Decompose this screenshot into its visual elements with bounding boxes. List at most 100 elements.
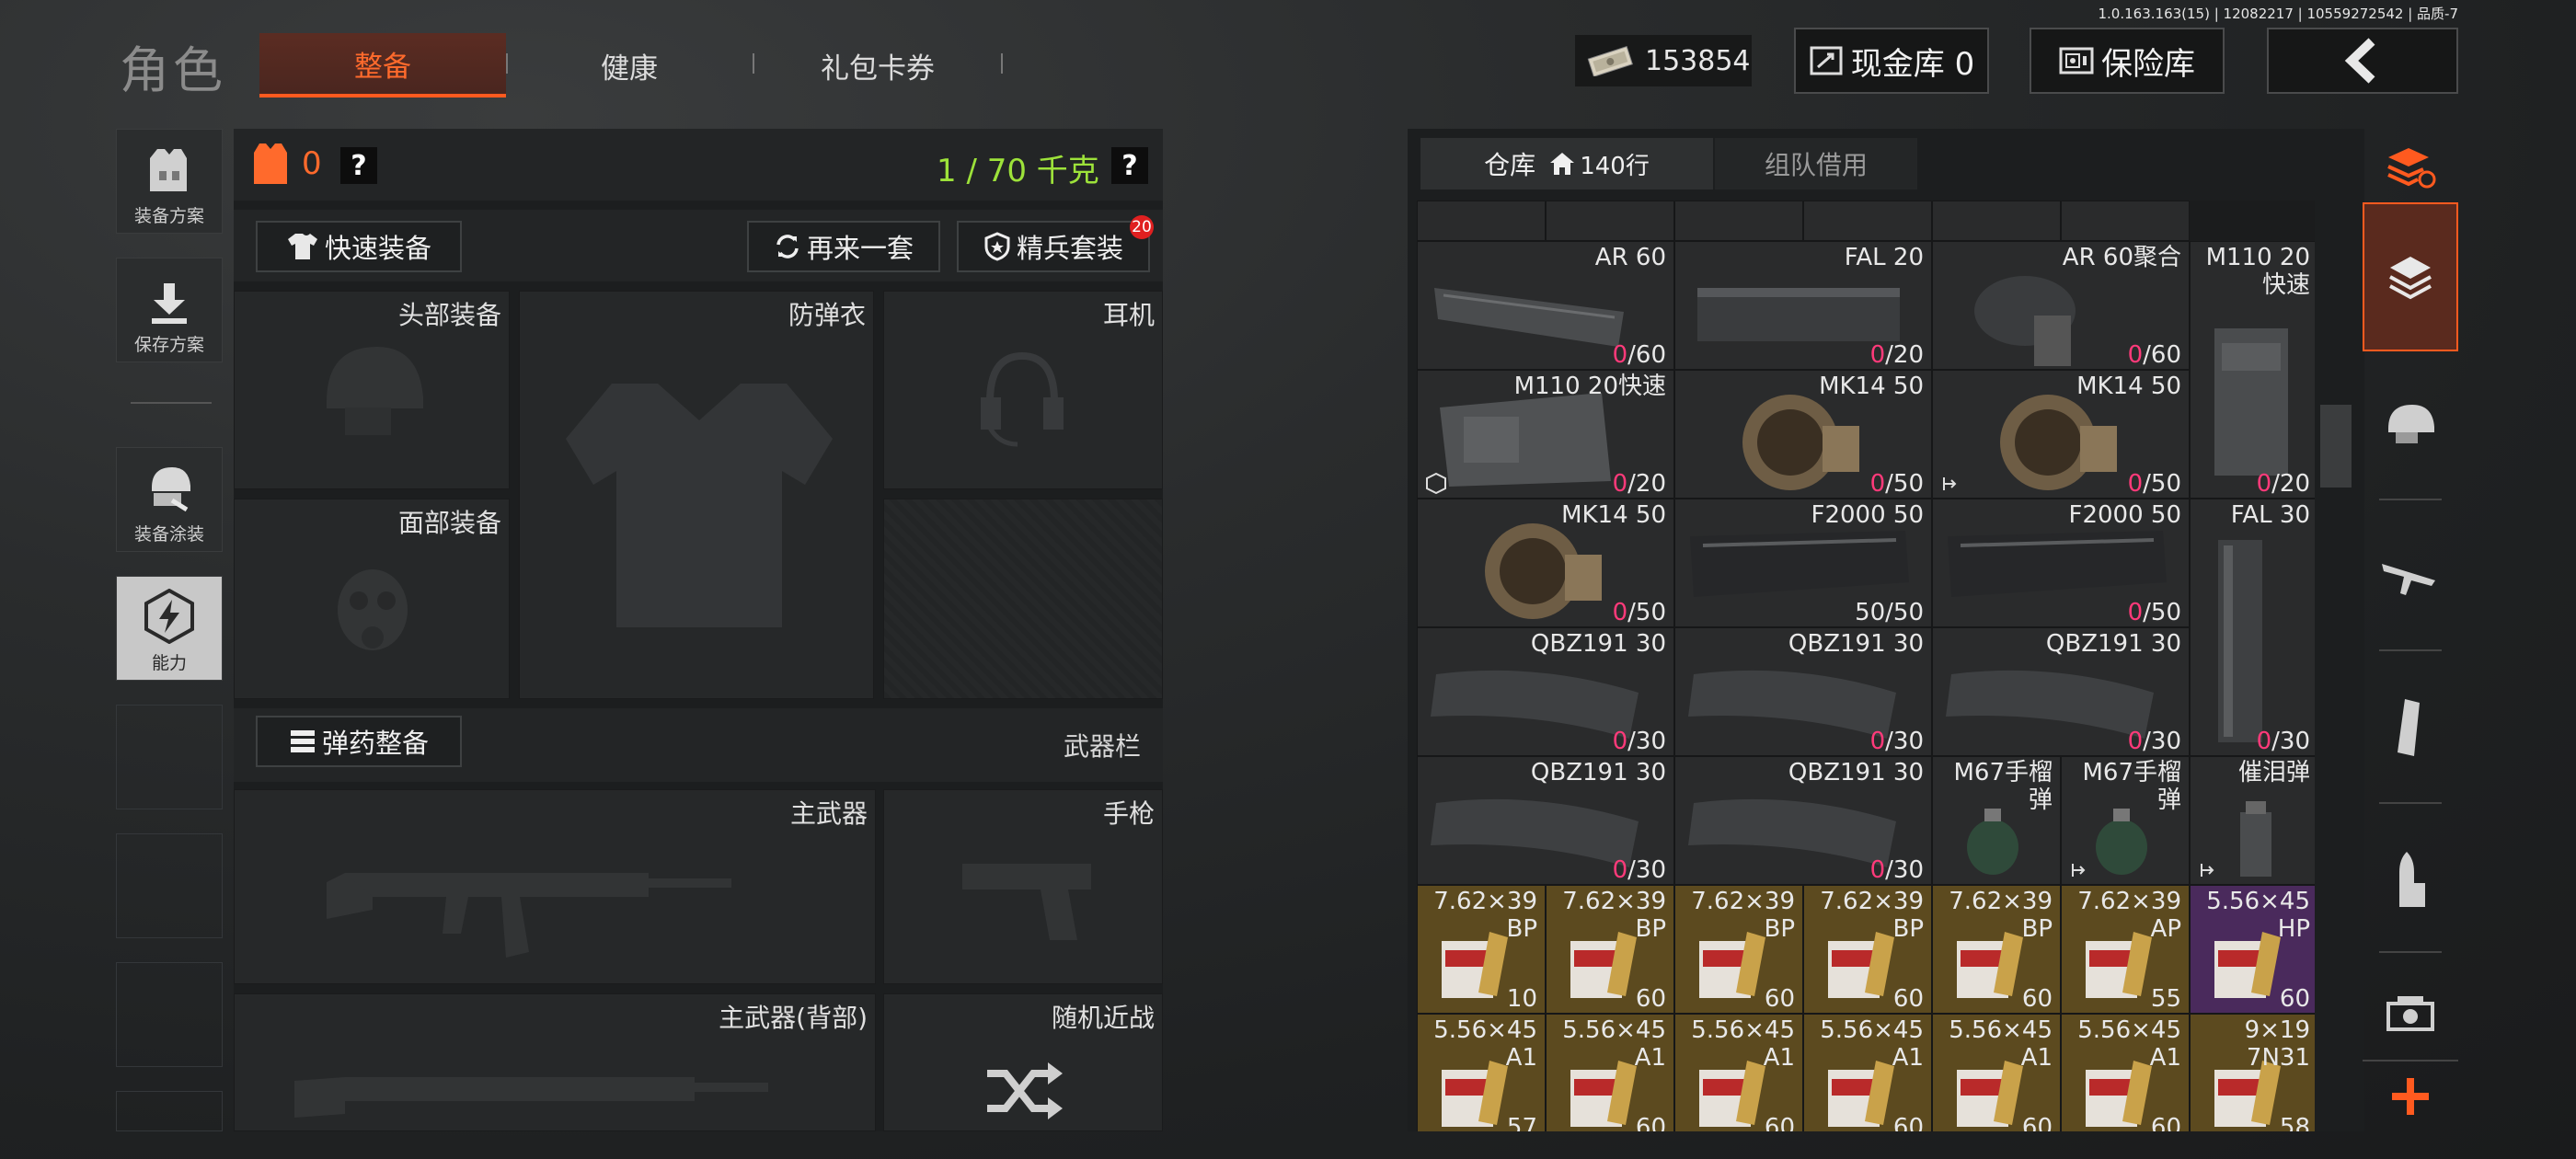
item-cell[interactable]: M67手榴 弹 xyxy=(2061,756,2190,885)
category-all[interactable] xyxy=(2363,202,2458,351)
item-cell[interactable]: QBZ191 30 0/30 xyxy=(1674,627,1932,756)
ammo-cell[interactable]: 5.56×45 A1 60 xyxy=(1674,1014,1803,1131)
item-cell[interactable]: AR 60 0/60 xyxy=(1417,241,1674,370)
armor-count: 0 xyxy=(302,145,322,182)
item-cell[interactable]: MK14 50 0/50 xyxy=(1674,370,1932,499)
item-cell[interactable]: MK14 50 0/50 xyxy=(1932,370,2190,499)
ammo-cell[interactable]: 7.62×39 BP 60 xyxy=(1803,885,1932,1014)
ammo-cell[interactable]: 5.56×45 A1 60 xyxy=(1803,1014,1932,1131)
re-equip-button[interactable]: 再来一套 xyxy=(747,221,940,272)
home-icon xyxy=(1550,153,1575,175)
helmet-paint-icon xyxy=(152,467,190,512)
magazine-icon xyxy=(2214,328,2288,476)
item-cell[interactable]: MK14 50 0/50 xyxy=(1417,499,1674,627)
item-cell[interactable]: QBZ191 30 0/30 xyxy=(1417,627,1674,756)
tear-gas-icon xyxy=(2240,801,2271,877)
item-cell-partial[interactable] xyxy=(1546,201,1674,241)
item-cell[interactable]: 催泪弹 xyxy=(2190,756,2315,885)
ammo-quantity: 60 xyxy=(1892,1114,1924,1131)
tab-equip[interactable]: 整备 xyxy=(259,33,506,98)
head-gear-slot[interactable]: 头部装备 xyxy=(234,291,510,489)
category-helmet[interactable] xyxy=(2363,368,2458,478)
primary-weapon-slot[interactable]: 主武器 xyxy=(234,789,876,984)
item-cell-partial[interactable] xyxy=(1417,201,1546,241)
ammo-cell[interactable]: 5.56×45 A1 60 xyxy=(2061,1014,2190,1131)
vest-icon xyxy=(566,384,833,627)
category-sort-button[interactable] xyxy=(2363,129,2458,206)
equipment-plan-button[interactable]: 装备方案 xyxy=(116,129,223,234)
item-cell[interactable]: F2000 50 0/50 xyxy=(1932,499,2190,627)
ammo-cell[interactable]: 5.56×45 A1 60 xyxy=(1546,1014,1674,1131)
ammo-quantity: 60 xyxy=(2279,985,2310,1013)
warehouse-scrollbar[interactable] xyxy=(2320,405,2352,488)
cash-vault-button[interactable]: 现金库 0 xyxy=(1794,28,1989,94)
weight-help-button[interactable]: ? xyxy=(1111,147,1148,184)
ammo-quantity: 10 xyxy=(1506,985,1537,1013)
category-magazine[interactable] xyxy=(2363,668,2458,787)
slot-label: 防弹衣 xyxy=(788,300,866,330)
ammo-cell[interactable]: 9×19 7N31 58 xyxy=(2190,1014,2315,1131)
elite-kit-button[interactable]: 精兵套装 xyxy=(957,221,1150,272)
item-cell[interactable]: AR 60聚合 0/60 xyxy=(1932,241,2190,370)
ammo-cell[interactable]: 7.62×39 BP 60 xyxy=(1546,885,1674,1014)
melee-slot[interactable]: 随机近战 xyxy=(883,993,1163,1131)
face-gear-slot[interactable]: 面部装备 xyxy=(234,499,510,699)
scope-icon xyxy=(2386,996,2434,1031)
primary-back-slot[interactable]: 主武器(背部) xyxy=(234,993,876,1131)
box-icon xyxy=(1426,472,1446,494)
tab-team-borrow[interactable]: 组队借用 xyxy=(1715,138,1917,189)
ammo-cell[interactable]: 5.56×45 HP 60 xyxy=(2190,885,2315,1014)
item-cell[interactable]: QBZ191 30 0/30 xyxy=(1417,756,1674,885)
item-cell[interactable]: F2000 50 50/50 xyxy=(1674,499,1932,627)
ammo-cell[interactable]: 5.56×45 A1 57 xyxy=(1417,1014,1546,1131)
item-cell[interactable]: M110 20 快速 0/20 xyxy=(2190,241,2315,499)
ammo-cell[interactable]: 7.62×39 AP 55 xyxy=(2061,885,2190,1014)
ammo-cell[interactable]: 7.62×39 BP 60 xyxy=(1932,885,2061,1014)
ammo-cell[interactable]: 7.62×39 BP 60 xyxy=(1674,885,1803,1014)
ammo-list-icon xyxy=(290,730,315,752)
item-cell[interactable]: M67手榴 弹 xyxy=(1932,756,2061,885)
quick-equip-button[interactable]: 快速装备 xyxy=(256,221,462,272)
back-button[interactable] xyxy=(2267,28,2458,94)
item-cell[interactable]: QBZ191 30 0/30 xyxy=(1674,756,1932,885)
tab-health[interactable]: 健康 xyxy=(506,33,753,98)
save-plan-button[interactable]: 保存方案 xyxy=(116,258,223,362)
item-cell[interactable]: QBZ191 30 0/30 xyxy=(1932,627,2190,756)
item-cell-partial[interactable] xyxy=(2061,201,2190,241)
item-name: QBZ191 30 xyxy=(1788,759,1924,786)
page-title: 角色 xyxy=(120,41,226,99)
sidebar-item-label: 保存方案 xyxy=(133,335,204,355)
sidebar-divider xyxy=(131,402,212,404)
item-cell-partial[interactable] xyxy=(1932,201,2061,241)
item-cell[interactable]: M110 20快速 0/20 xyxy=(1417,370,1674,499)
item-cell-partial[interactable] xyxy=(1803,201,1932,241)
headset-icon xyxy=(981,351,1064,447)
armor-help-button[interactable]: ? xyxy=(340,147,377,184)
elite-kit-badge: 20 xyxy=(1130,215,1154,239)
item-count: 0/60 xyxy=(2127,341,2181,369)
ammo-cell[interactable]: 7.62×39 BP 10 xyxy=(1417,885,1546,1014)
item-cell[interactable]: FAL 20 0/20 xyxy=(1674,241,1932,370)
safe-box-button[interactable]: 保险库 xyxy=(2030,28,2225,94)
equipment-paint-button[interactable]: 装备涂装 xyxy=(116,447,223,552)
headset-slot[interactable]: 耳机 xyxy=(883,291,1163,489)
body-armor-slot[interactable]: 防弹衣 xyxy=(519,291,874,699)
tab-storage[interactable]: 仓库 140行 xyxy=(1420,138,1713,189)
pistol-slot[interactable]: 手枪 xyxy=(883,789,1163,984)
category-ammo[interactable] xyxy=(2363,819,2458,938)
add-category-button[interactable] xyxy=(2363,1060,2458,1131)
category-scope[interactable] xyxy=(2363,968,2458,1060)
item-name: F2000 50 xyxy=(1811,501,1924,529)
ammo-name: 5.56×45 A1 xyxy=(1820,1016,1924,1072)
category-rifle[interactable] xyxy=(2363,521,2458,631)
ammo-quantity: 60 xyxy=(2021,985,2053,1013)
ammo-equip-button[interactable]: 弹药整备 xyxy=(256,716,462,767)
item-cell[interactable]: FAL 30 0/30 xyxy=(2190,499,2315,756)
ability-button[interactable]: 能力 xyxy=(116,576,223,681)
helmet-icon xyxy=(2388,405,2434,443)
tab-gift-cards[interactable]: 礼包卡券 xyxy=(754,33,1001,98)
ammo-name: 5.56×45 A1 xyxy=(1949,1016,2053,1072)
item-cell-partial[interactable] xyxy=(1674,201,1803,241)
grenade-icon xyxy=(1967,809,2018,875)
ammo-cell[interactable]: 5.56×45 A1 60 xyxy=(1932,1014,2061,1131)
